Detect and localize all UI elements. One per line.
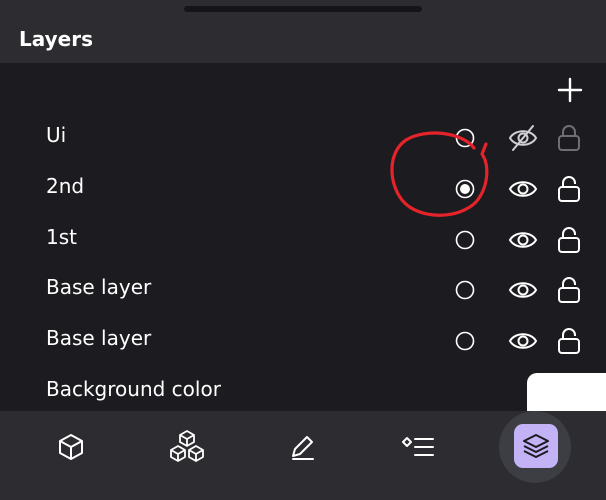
plus-icon — [557, 77, 583, 103]
lock-closed-icon[interactable] — [556, 123, 582, 153]
lock-open-icon[interactable] — [556, 275, 582, 305]
lock-open-icon[interactable] — [556, 225, 582, 255]
layer-row-ui[interactable]: Ui — [0, 113, 606, 163]
eye-icon[interactable] — [508, 226, 538, 254]
eye-icon[interactable] — [508, 327, 538, 355]
layer-row-1st[interactable]: 1st — [0, 215, 606, 265]
layer-row-2nd[interactable]: 2nd — [0, 164, 606, 214]
radio-unselected-icon[interactable] — [454, 229, 476, 251]
layer-name: Base layer — [46, 275, 152, 299]
eye-off-icon[interactable] — [508, 124, 538, 152]
radio-selected-icon[interactable] — [454, 178, 476, 200]
tool-objects[interactable] — [152, 412, 222, 482]
layer-name: Ui — [46, 123, 67, 147]
lock-open-icon[interactable] — [556, 326, 582, 356]
tool-draw[interactable] — [267, 412, 337, 482]
radio-unselected-icon[interactable] — [454, 330, 476, 352]
background-color-label: Background color — [46, 377, 221, 401]
background-color-swatch[interactable] — [527, 373, 606, 411]
tool-outline[interactable] — [383, 412, 453, 482]
eye-icon[interactable] — [508, 175, 538, 203]
add-layer-button[interactable] — [556, 76, 584, 104]
layer-row-base-layer[interactable]: Base layer — [0, 265, 606, 315]
layers-icon — [523, 434, 549, 458]
layer-name: Base layer — [46, 326, 152, 350]
tool-object[interactable] — [36, 412, 106, 482]
lock-open-icon[interactable] — [556, 174, 582, 204]
drag-handle[interactable] — [184, 6, 422, 12]
list-icon — [402, 437, 434, 456]
background-color-row[interactable]: Background color — [0, 367, 606, 417]
layer-row-base-layer[interactable]: Base layer — [0, 316, 606, 366]
layer-name: 1st — [46, 225, 77, 249]
cube-icon — [59, 434, 83, 460]
panel-header: Layers — [0, 0, 606, 63]
eye-icon[interactable] — [508, 276, 538, 304]
radio-unselected-icon[interactable] — [454, 127, 476, 149]
page-title: Layers — [19, 27, 93, 51]
pencil-icon — [292, 436, 314, 460]
radio-unselected-icon[interactable] — [454, 279, 476, 301]
tool-layers[interactable] — [514, 424, 558, 468]
cubes-icon — [170, 430, 204, 462]
layer-name: 2nd — [46, 174, 85, 198]
